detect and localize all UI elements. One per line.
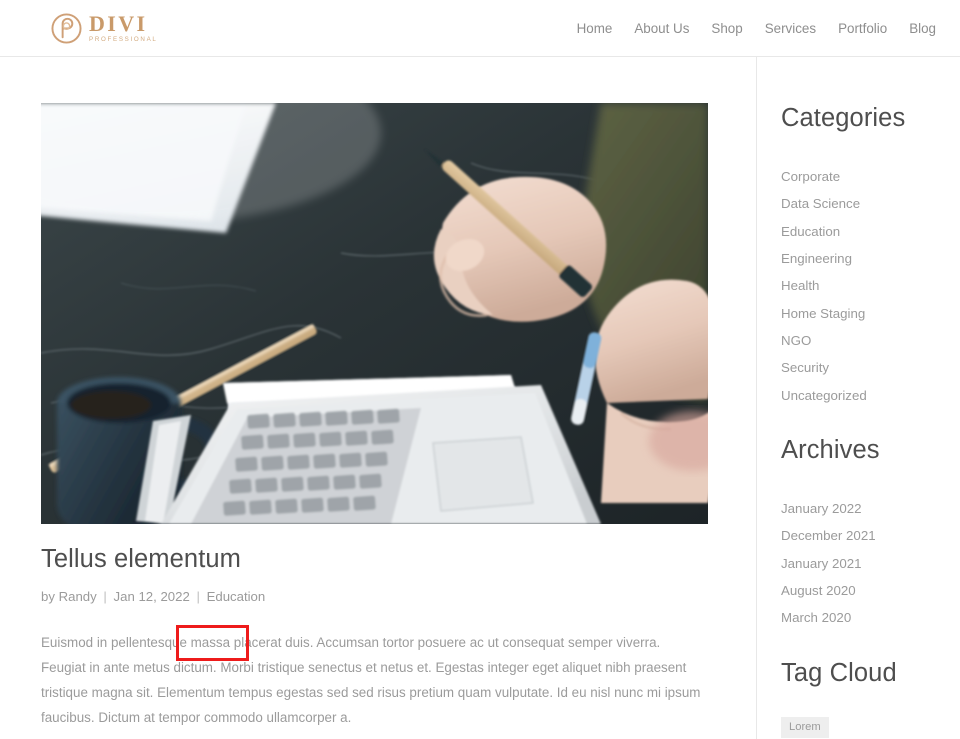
list-item: NGO [781, 327, 960, 354]
post-featured-image[interactable]: Lorem ipsum [41, 103, 708, 524]
widget-archives-title: Archives [781, 435, 880, 464]
category-link-ngo[interactable]: NGO [781, 327, 960, 354]
archive-link-january-2021[interactable]: January 2021 [781, 549, 960, 576]
divi-spiral-logo-icon [51, 12, 82, 44]
widget-tag-cloud: Tag Cloud Lorem Software Engineering Wor… [781, 658, 960, 739]
list-item: January 2021 [781, 549, 960, 576]
main-navigation: Home About Us Shop Services Portfolio Bl… [566, 21, 947, 36]
nav-item-shop[interactable]: Shop [700, 21, 753, 36]
post-article: Tellus elementum by Randy | Jan 12, 2022… [41, 544, 708, 739]
logo-title: DIVI [89, 10, 148, 36]
list-item: Engineering [781, 245, 960, 272]
list-item: March 2020 [781, 604, 960, 631]
archives-list: January 2022 December 2021 January 2021 … [781, 495, 960, 632]
nav-item-home[interactable]: Home [566, 21, 624, 36]
category-link-health[interactable]: Health [781, 272, 960, 299]
category-link-home-staging[interactable]: Home Staging [781, 299, 960, 326]
nav-item-about-us[interactable]: About Us [623, 21, 700, 36]
post-body: Euismod in pellentesque massa placerat d… [41, 631, 708, 739]
archive-link-august-2020[interactable]: August 2020 [781, 577, 960, 604]
list-item: Health [781, 272, 960, 299]
archive-link-january-2022[interactable]: January 2022 [781, 495, 960, 522]
list-item: Education [781, 217, 960, 244]
post-meta-by-label: by [41, 588, 55, 604]
list-item: Uncategorized [781, 382, 960, 409]
post-author-link[interactable]: Randy [59, 589, 97, 604]
post-meta-separator-2: | [196, 588, 200, 604]
category-link-engineering[interactable]: Engineering [781, 245, 960, 272]
nav-item-services[interactable]: Services [754, 21, 827, 36]
list-item: Corporate [781, 163, 960, 190]
post-meta: by Randy | Jan 12, 2022 | Education [41, 588, 265, 606]
list-item: August 2020 [781, 577, 960, 604]
archive-link-december-2021[interactable]: December 2021 [781, 522, 960, 549]
category-link-education[interactable]: Education [781, 217, 960, 244]
widget-categories: Categories Corporate Data Science Educat… [781, 103, 960, 409]
page-body: Lorem ipsum [0, 57, 960, 739]
category-link-security[interactable]: Security [781, 354, 960, 381]
category-link-corporate[interactable]: Corporate [781, 163, 960, 190]
category-link-data-science[interactable]: Data Science [781, 190, 960, 217]
widget-categories-title: Categories [781, 104, 906, 132]
categories-list: Corporate Data Science Education Enginee… [781, 163, 960, 409]
tag-cloud-list: Lorem Software Engineering WordPress [781, 717, 960, 739]
site-logo[interactable]: DIVI PROFESSIONAL [51, 10, 158, 44]
nav-item-portfolio[interactable]: Portfolio [827, 21, 898, 36]
tag-link-lorem[interactable]: Lorem [781, 717, 829, 739]
main-content: Lorem ipsum [0, 57, 757, 739]
list-item: December 2021 [781, 522, 960, 549]
nav-item-blog[interactable]: Blog [898, 21, 947, 36]
post-title: Tellus elementum [41, 545, 242, 573]
widget-archives: Archives January 2022 December 2021 Janu… [781, 435, 960, 631]
post-meta-separator-1: | [103, 588, 107, 604]
list-item: Data Science [781, 190, 960, 217]
featured-image-artwork: Lorem ipsum [41, 103, 708, 524]
list-item: January 2022 [781, 495, 960, 522]
archive-link-march-2020[interactable]: March 2020 [781, 604, 960, 631]
logo-subtitle: PROFESSIONAL [89, 35, 158, 43]
widget-tag-cloud-title: Tag Cloud [781, 659, 897, 688]
site-header: DIVI PROFESSIONAL Home About Us Shop Ser… [0, 0, 960, 57]
category-link-uncategorized[interactable]: Uncategorized [781, 382, 960, 409]
post-category-link[interactable]: Education [207, 589, 266, 604]
post-paragraph-1: Euismod in pellentesque massa placerat d… [41, 635, 701, 726]
post-date: Jan 12, 2022 [113, 588, 190, 604]
list-item: Security [781, 354, 960, 381]
list-item: Home Staging [781, 299, 960, 326]
sidebar: Categories Corporate Data Science Educat… [757, 57, 960, 739]
